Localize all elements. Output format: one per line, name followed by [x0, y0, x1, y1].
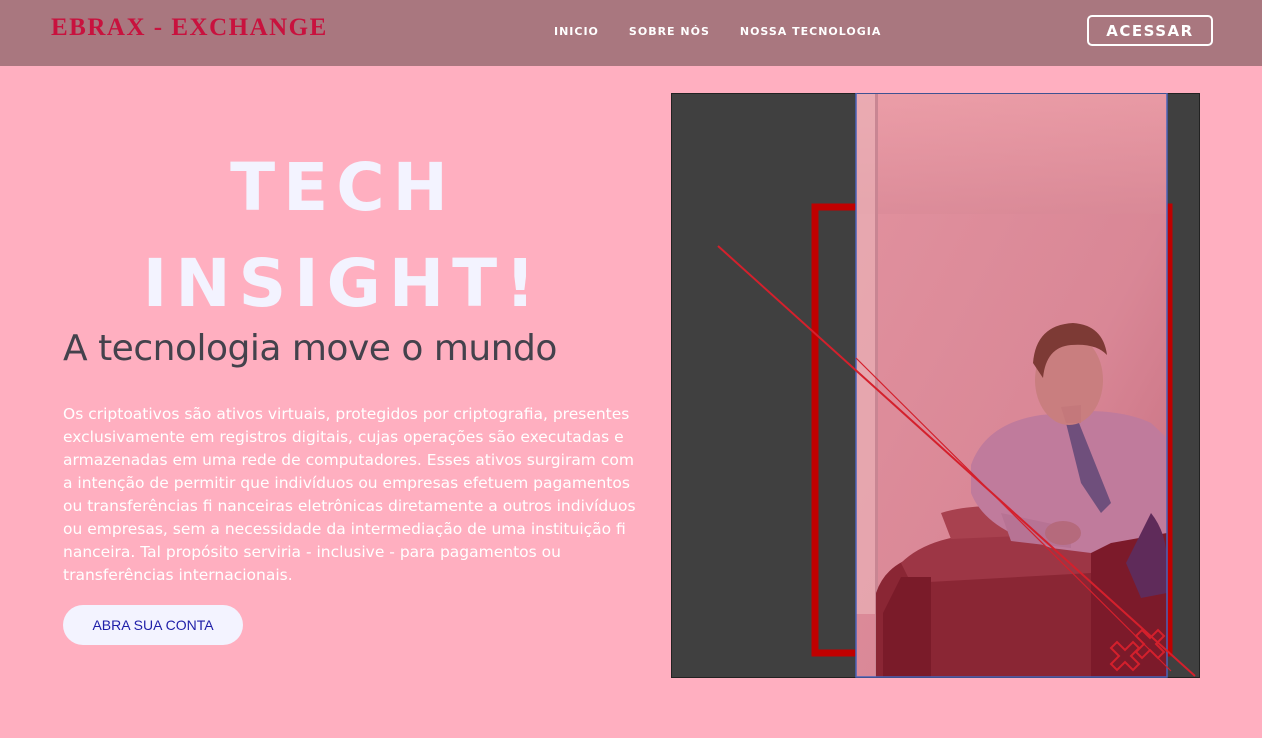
- hero-title-line-1: TECH: [230, 149, 456, 226]
- hero-title-line-2: INSIGHT!: [142, 245, 544, 322]
- hero-image: [671, 93, 1200, 678]
- nav-link-sobre-nos[interactable]: SOBRE NÓS: [629, 25, 710, 38]
- hero-subtitle: A tecnologia move o mundo: [63, 328, 557, 369]
- brand-logo[interactable]: EBRAX - EXCHANGE: [51, 14, 328, 42]
- hero-title: TECH INSIGHT!: [63, 140, 623, 332]
- office-photo: [856, 94, 1167, 677]
- top-navbar: EBRAX - EXCHANGE INICIO SOBRE NÓS NOSSA …: [0, 0, 1262, 66]
- open-account-button[interactable]: ABRA SUA CONTA: [63, 605, 243, 645]
- hero-description: Os criptoativos são ativos virtuais, pro…: [63, 405, 636, 584]
- nav-link-inicio[interactable]: INICIO: [554, 25, 599, 38]
- login-button[interactable]: ACESSAR: [1087, 15, 1213, 46]
- nav-link-nossa-tecnologia[interactable]: NOSSA TECNOLOGIA: [740, 25, 882, 38]
- nav-menu: INICIO SOBRE NÓS NOSSA TECNOLOGIA: [554, 25, 881, 38]
